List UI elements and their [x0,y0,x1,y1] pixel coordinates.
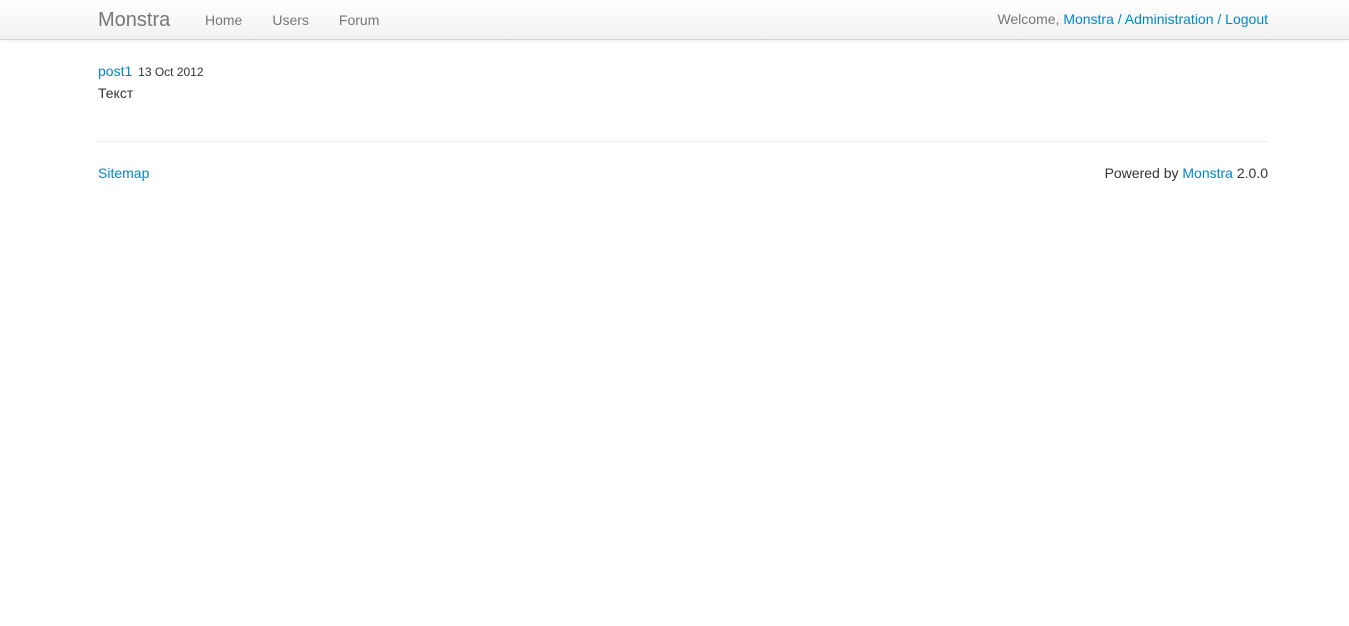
navbar: Monstra Home Users Forum Welcome, Monstr… [0,0,1349,40]
user-profile-link[interactable]: Monstra [1063,11,1114,27]
welcome-text: Welcome, [997,11,1064,27]
administration-link[interactable]: Administration [1125,11,1214,27]
post-title-link[interactable]: post1 [98,63,132,79]
sitemap-link[interactable]: Sitemap [98,163,149,183]
post-header: post1 13 Oct 2012 [98,61,1268,82]
nav-item-forum[interactable]: Forum [324,0,394,40]
main-content: post1 13 Oct 2012 Текст [98,61,1268,103]
logout-link[interactable]: Logout [1225,11,1268,27]
main-nav: Home Users Forum [190,0,394,40]
post-date: 13 Oct 2012 [138,65,204,79]
nav-item-home[interactable]: Home [190,0,257,40]
powered-by: Powered by Monstra 2.0.0 [1105,163,1268,183]
separator: / [1113,11,1125,27]
post-body: Текст [98,85,134,101]
user-area: Welcome, Monstra / Administration / Logo… [997,0,1268,38]
separator: / [1213,11,1226,27]
version-text: 2.0.0 [1232,165,1268,181]
footer-divider [98,141,1268,142]
brand-link[interactable]: Monstra [98,9,170,31]
powered-prefix: Powered by [1104,165,1183,181]
nav-item-users[interactable]: Users [257,0,324,40]
monstra-link[interactable]: Monstra [1182,165,1233,181]
footer: Sitemap Powered by Monstra 2.0.0 [98,163,1268,183]
